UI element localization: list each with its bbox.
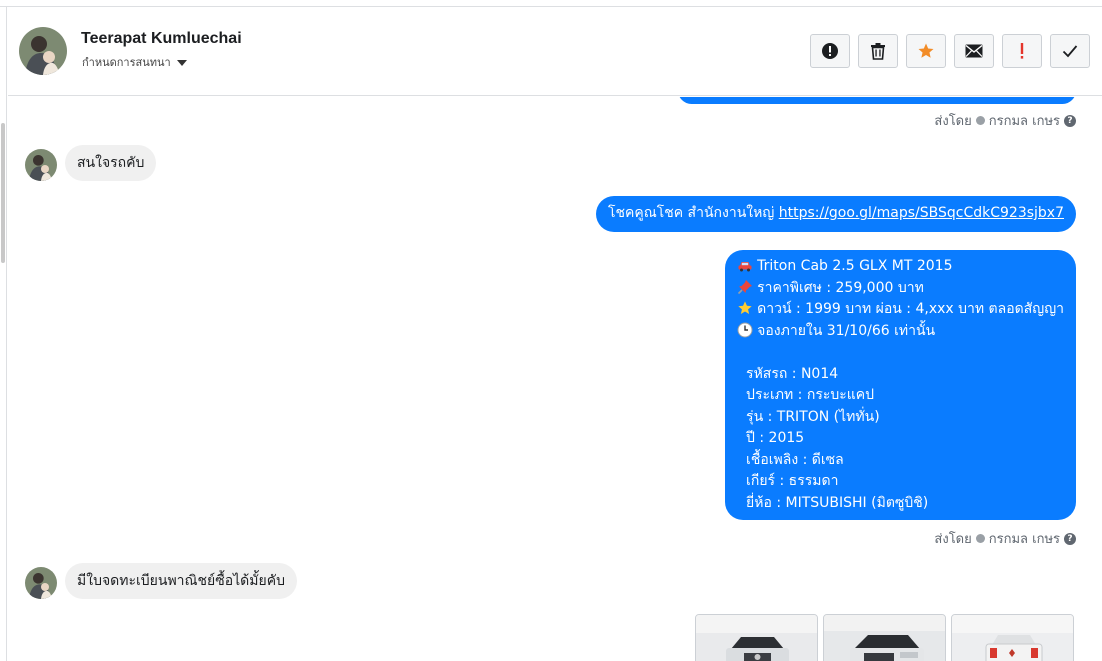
car-photo-rear[interactable] — [951, 614, 1074, 661]
clock-icon — [737, 322, 753, 337]
sender-name: กรกมล เกษร — [988, 114, 1060, 129]
car-icon — [738, 262, 752, 272]
listing-line: ยี่ห้อ : MITSUBISHI (มิตซูบิชิ) — [737, 494, 929, 511]
envelope-icon — [965, 44, 983, 58]
sent-by-prefix: ส่งโดย — [934, 532, 972, 547]
listing-line: ดาวน์ : 1999 บาท ผ่อน : 4,xxx บาท ตลอดสั… — [737, 299, 1064, 321]
contact-avatar[interactable] — [19, 27, 67, 75]
left-scroll-rail[interactable] — [0, 7, 7, 661]
outgoing-message-text: โชคคูณโชค สำนักงานใหญ่ — [607, 205, 779, 221]
map-link[interactable]: https://goo.gl/maps/SBSqcCdkC923sjbx7 — [779, 205, 1064, 221]
car-photo-front[interactable] — [695, 614, 818, 661]
conversation-status-label: กำหนดการสนทนา — [82, 56, 171, 69]
outgoing-message[interactable]: โชคคูณโชค สำนักงานใหญ่ https://goo.gl/ma… — [595, 196, 1076, 232]
delete-button[interactable] — [858, 34, 898, 68]
sent-by-prefix: ส่งโดย — [934, 114, 972, 129]
outgoing-bubble-partial — [678, 97, 1076, 104]
conversation-header: Teerapat Kumluechai กำหนดการสนทนา — [8, 8, 1102, 96]
sent-check-icon — [975, 534, 985, 543]
listing-line: รุ่น : TRITON (ไททั่น) — [737, 408, 880, 425]
listing-line-text: ราคาพิเศษ : 259,000 บาท — [757, 279, 924, 296]
listing-line: ปี : 2015 — [737, 430, 805, 446]
sent-by-line: ส่งโดย กรกมล เกษร ? — [934, 528, 1076, 549]
caret-down-icon — [176, 60, 187, 66]
photo-attachments — [695, 614, 1074, 661]
star-button[interactable] — [906, 34, 946, 68]
listing-line: จองภายใน 31/10/66 เท่านั้น — [737, 321, 1064, 343]
trash-icon — [871, 43, 885, 60]
conversation-status-dropdown[interactable]: กำหนดการสนทนา — [82, 53, 187, 71]
scrollbar-thumb[interactable] — [1, 123, 5, 263]
listing-line-text: ดาวน์ : 1999 บาท ผ่อน : 4,xxx บาท ตลอดสั… — [757, 301, 1064, 317]
car-photo-front-angle[interactable] — [823, 614, 946, 661]
listing-line: เกียร์ : ธรรมดา — [737, 473, 839, 489]
message-thread[interactable]: ส่งโดย กรกมล เกษร ? สนใจรถคับ โชคคูณโชค … — [8, 97, 1102, 661]
sent-by-line: ส่งโดย กรกมล เกษร ? — [934, 110, 1076, 131]
listing-line-blank — [737, 342, 1064, 364]
listing-line: รหัสรถ : N014 — [737, 365, 839, 382]
report-button[interactable] — [810, 34, 850, 68]
pin-icon — [738, 279, 753, 294]
listing-line: ประเภท : กระบะแคป — [737, 387, 875, 403]
help-icon[interactable]: ? — [1064, 114, 1076, 127]
incoming-message[interactable]: มีใบจดทะเบียนพาณิชย์ซื้อได้มั้ยคับ — [65, 563, 297, 599]
listing-line-text: จองภายใน 31/10/66 เท่านั้น — [757, 322, 936, 339]
help-icon[interactable]: ? — [1064, 532, 1076, 545]
incoming-avatar[interactable] — [25, 567, 57, 599]
report-icon — [822, 43, 838, 59]
window-top-edge — [0, 0, 1102, 7]
listing-line: ราคาพิเศษ : 259,000 บาท — [737, 278, 1064, 300]
sender-name: กรกมล เกษร — [988, 532, 1060, 547]
incoming-message[interactable]: สนใจรถคับ — [65, 145, 157, 181]
mark-unread-button[interactable] — [954, 34, 994, 68]
incoming-avatar[interactable] — [25, 149, 57, 181]
exclamation-icon — [1020, 43, 1024, 59]
listing-line: เชื้อเพลิง : ดีเซล — [737, 451, 844, 468]
checkmark-icon — [1062, 45, 1078, 58]
follow-up-button[interactable] — [1002, 34, 1042, 68]
listing-line-text: Triton Cab 2.5 GLX MT 2015 — [757, 258, 953, 274]
star-icon — [918, 43, 934, 58]
sent-check-icon — [975, 116, 985, 125]
star-emoji-icon — [738, 301, 752, 314]
done-button[interactable] — [1050, 34, 1090, 68]
contact-name: Teerapat Kumluechai — [81, 30, 242, 47]
outgoing-listing-message[interactable]: Triton Cab 2.5 GLX MT 2015 ราคาพิเศษ : 2… — [725, 250, 1076, 520]
listing-line: Triton Cab 2.5 GLX MT 2015 — [737, 256, 1064, 278]
conversation-toolbar — [810, 34, 1090, 68]
